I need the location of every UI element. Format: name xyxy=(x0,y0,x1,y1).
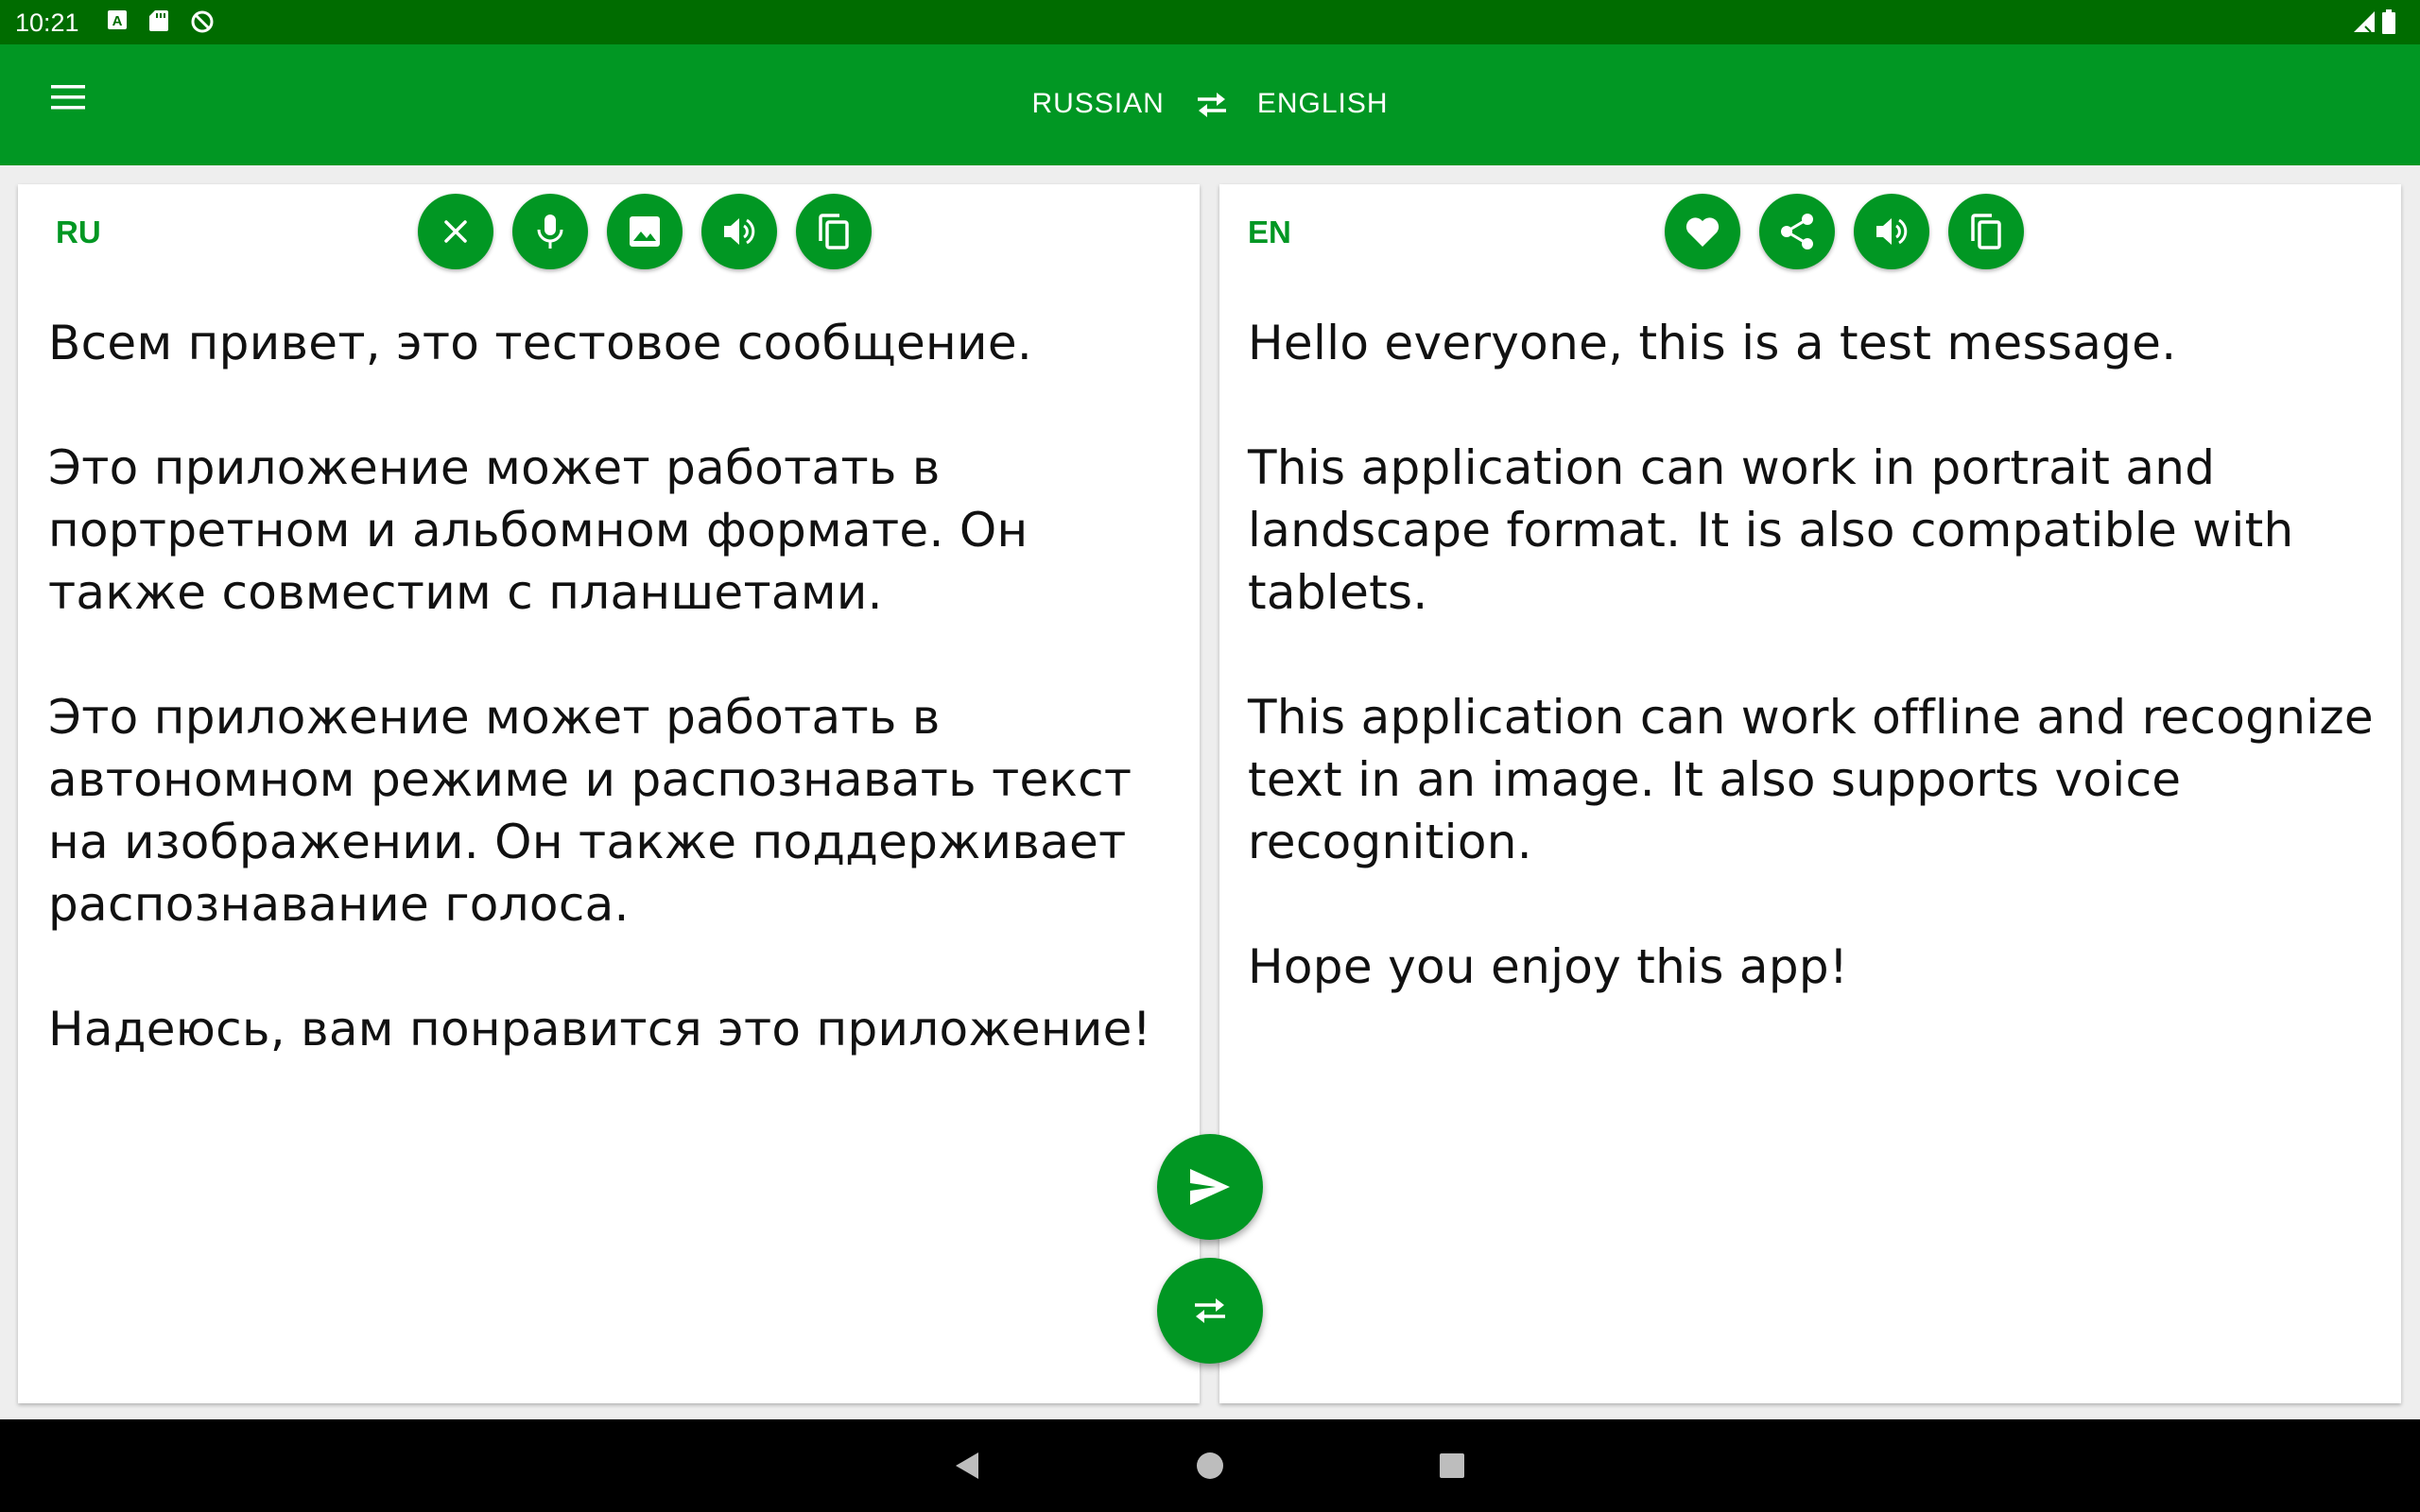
image-input-button[interactable] xyxy=(607,194,683,269)
speaker-icon xyxy=(1876,218,1908,245)
clear-button[interactable] xyxy=(418,194,493,269)
voice-input-button[interactable] xyxy=(512,194,588,269)
source-text-input[interactable]: Всем привет, это тестовое сообщение. Это… xyxy=(48,312,1183,1060)
send-icon xyxy=(1190,1169,1230,1205)
share-icon xyxy=(1781,214,1813,249)
source-actions xyxy=(418,194,872,269)
language-switch: RUSSIAN ENGLISH xyxy=(0,80,2420,128)
status-bar: 10:21 A xyxy=(0,0,2420,44)
signal-icon xyxy=(2352,9,2377,38)
heart-icon xyxy=(1685,217,1720,247)
swap-arrows-icon xyxy=(1197,93,1226,117)
status-left-icons: A xyxy=(107,9,215,38)
target-language-selector[interactable]: ENGLISH xyxy=(1257,88,1389,120)
battery-icon xyxy=(2382,9,2395,38)
back-icon xyxy=(956,1452,978,1479)
speaker-icon xyxy=(724,218,755,245)
target-speak-button[interactable] xyxy=(1854,194,1929,269)
mic-icon xyxy=(537,215,563,249)
svg-text:A: A xyxy=(112,13,123,29)
copy-icon xyxy=(1971,214,2001,249)
nav-home-button[interactable] xyxy=(1191,1447,1229,1485)
target-lang-code: EN xyxy=(1248,215,1291,249)
source-language-selector[interactable]: RUSSIAN xyxy=(1031,88,1164,120)
translator-app: 10:21 A RUSSIAN ENGLISH RU Всем привет, … xyxy=(0,0,2420,1512)
source-copy-button[interactable] xyxy=(796,194,872,269)
app-toolbar: RUSSIAN ENGLISH xyxy=(0,44,2420,165)
clear-icon xyxy=(444,220,467,243)
a-box-icon: A xyxy=(107,9,128,38)
home-icon xyxy=(1197,1452,1223,1479)
share-button[interactable] xyxy=(1759,194,1835,269)
status-right-icons xyxy=(2352,9,2395,38)
translated-text: Hello everyone, this is a test message. … xyxy=(1248,316,2374,994)
swap-arrows-icon xyxy=(1195,1298,1225,1323)
swap-languages-button[interactable] xyxy=(1193,85,1231,123)
nav-back-button[interactable] xyxy=(948,1447,986,1485)
sd-card-icon xyxy=(148,9,169,38)
status-time: 10:21 xyxy=(15,9,79,37)
source-panel: RU Всем привет, это тестовое сообщение. … xyxy=(18,184,1200,1403)
target-actions xyxy=(1665,194,2024,269)
target-copy-button[interactable] xyxy=(1948,194,2024,269)
source-lang-code: RU xyxy=(56,215,101,249)
swap-fab-button[interactable] xyxy=(1157,1258,1263,1364)
target-panel: EN Hello everyone, this is a test messag… xyxy=(1219,184,2401,1403)
copy-icon xyxy=(819,214,849,249)
favorite-button[interactable] xyxy=(1665,194,1740,269)
translate-button[interactable] xyxy=(1157,1134,1263,1240)
data-saver-icon xyxy=(190,9,215,38)
source-speak-button[interactable] xyxy=(701,194,777,269)
system-nav-bar xyxy=(0,1419,2420,1512)
image-icon xyxy=(630,216,660,247)
recents-icon xyxy=(1440,1453,1464,1478)
nav-recents-button[interactable] xyxy=(1433,1447,1471,1485)
